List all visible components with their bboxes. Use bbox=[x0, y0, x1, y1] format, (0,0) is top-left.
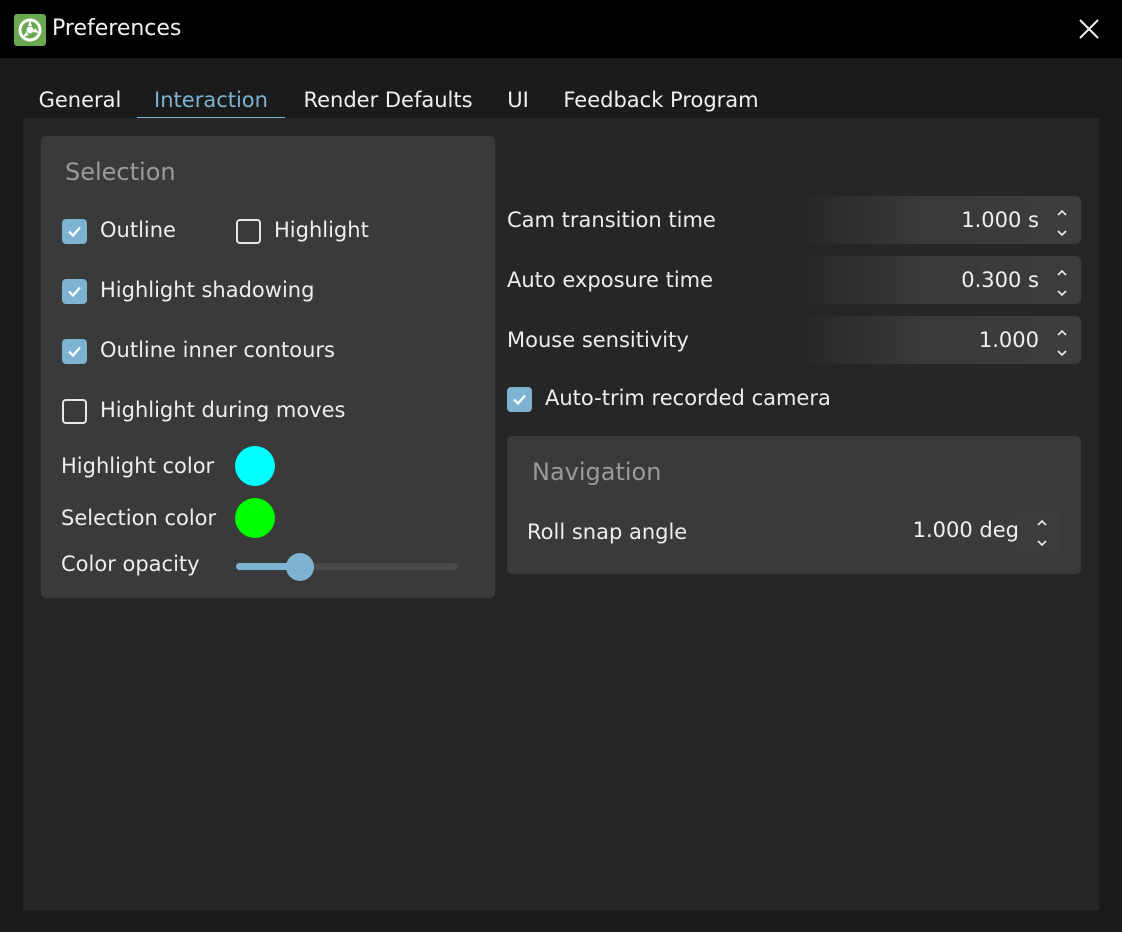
checkmark-icon bbox=[68, 286, 81, 298]
chevron-up-icon[interactable] bbox=[1055, 324, 1069, 336]
highlight-color-swatch[interactable] bbox=[235, 446, 275, 486]
mouse-sensitivity-row: Mouse sensitivity 1.000 bbox=[507, 316, 1081, 364]
auto-exposure-label: Auto exposure time bbox=[507, 268, 714, 292]
highlight-shadowing-checkbox[interactable]: Highlight shadowing bbox=[62, 278, 362, 306]
chevron-up-icon[interactable] bbox=[1055, 204, 1069, 216]
outline-label: Outline bbox=[100, 218, 176, 242]
tab-bar: General Interaction Render Defaults UI F… bbox=[24, 80, 778, 119]
selection-color-label: Selection color bbox=[61, 506, 217, 530]
checkmark-icon bbox=[68, 346, 81, 358]
outline-checkbox[interactable]: Outline bbox=[62, 218, 212, 246]
cam-transition-label: Cam transition time bbox=[507, 208, 716, 232]
outline-check[interactable] bbox=[62, 219, 87, 244]
color-opacity-slider[interactable] bbox=[236, 553, 458, 581]
mouse-sensitivity-value: 1.000 bbox=[978, 328, 1039, 352]
roll-snap-label: Roll snap angle bbox=[527, 520, 688, 544]
highlight-shadowing-check[interactable] bbox=[62, 279, 87, 304]
window-title: Preferences bbox=[52, 16, 182, 41]
tab-general[interactable]: General bbox=[28, 80, 132, 118]
close-button[interactable] bbox=[1074, 14, 1104, 44]
auto-exposure-spinbox[interactable]: 0.300 s bbox=[799, 256, 1081, 304]
outline-inner-contours-check[interactable] bbox=[62, 339, 87, 364]
highlight-during-moves-label: Highlight during moves bbox=[100, 398, 346, 422]
color-opacity-label: Color opacity bbox=[61, 552, 200, 576]
dialog-body: General Interaction Render Defaults UI F… bbox=[0, 58, 1122, 932]
chevron-down-icon[interactable] bbox=[1055, 344, 1069, 357]
highlight-checkbox[interactable]: Highlight bbox=[236, 218, 396, 246]
chevron-up-icon[interactable] bbox=[1035, 514, 1049, 526]
chevron-down-icon[interactable] bbox=[1035, 534, 1049, 547]
mouse-sensitivity-label: Mouse sensitivity bbox=[507, 328, 689, 352]
outline-inner-contours-label: Outline inner contours bbox=[100, 338, 335, 362]
roll-snap-spinbox[interactable]: 1.000 deg bbox=[779, 506, 1061, 554]
chevron-down-icon[interactable] bbox=[1055, 284, 1069, 297]
cam-transition-spinbox[interactable]: 1.000 s bbox=[799, 196, 1081, 244]
cam-transition-row: Cam transition time 1.000 s bbox=[507, 196, 1081, 244]
chevron-down-icon[interactable] bbox=[1055, 224, 1069, 237]
tab-ui[interactable]: UI bbox=[500, 80, 536, 118]
tab-interaction[interactable]: Interaction bbox=[137, 80, 285, 119]
auto-exposure-row: Auto exposure time 0.300 s bbox=[507, 256, 1081, 304]
checkmark-icon bbox=[513, 394, 526, 406]
highlight-shadowing-label: Highlight shadowing bbox=[100, 278, 315, 302]
title-bar: Preferences bbox=[0, 0, 1122, 58]
auto-trim-checkbox[interactable]: Auto-trim recorded camera bbox=[507, 386, 907, 414]
mouse-sensitivity-spinbox[interactable]: 1.000 bbox=[799, 316, 1081, 364]
highlight-color-label: Highlight color bbox=[61, 454, 215, 478]
tab-render-defaults[interactable]: Render Defaults bbox=[294, 80, 482, 118]
highlight-during-moves-checkbox[interactable]: Highlight during moves bbox=[62, 398, 382, 426]
navigation-group: Navigation Roll snap angle 1.000 deg bbox=[507, 436, 1081, 574]
tab-feedback-program[interactable]: Feedback Program bbox=[554, 80, 768, 118]
interaction-panel: Selection Outline Highlight Highlight sh… bbox=[23, 118, 1099, 910]
slider-handle[interactable] bbox=[286, 553, 315, 581]
checkmark-icon bbox=[68, 226, 81, 238]
selection-color-swatch[interactable] bbox=[235, 498, 275, 538]
auto-trim-check[interactable] bbox=[507, 387, 532, 412]
outline-inner-contours-checkbox[interactable]: Outline inner contours bbox=[62, 338, 362, 366]
auto-trim-label: Auto-trim recorded camera bbox=[545, 386, 831, 410]
highlight-check[interactable] bbox=[236, 219, 261, 244]
highlight-during-moves-check[interactable] bbox=[62, 399, 87, 424]
chevron-up-icon[interactable] bbox=[1055, 264, 1069, 276]
app-logo-icon bbox=[14, 14, 46, 46]
auto-exposure-value: 0.300 s bbox=[961, 268, 1039, 292]
roll-snap-value: 1.000 deg bbox=[912, 518, 1019, 542]
close-icon bbox=[1079, 19, 1099, 39]
highlight-label: Highlight bbox=[274, 218, 369, 242]
selection-group: Selection Outline Highlight Highlight sh… bbox=[41, 136, 495, 598]
selection-title: Selection bbox=[65, 158, 176, 186]
navigation-title: Navigation bbox=[532, 458, 662, 486]
cam-transition-value: 1.000 s bbox=[961, 208, 1039, 232]
